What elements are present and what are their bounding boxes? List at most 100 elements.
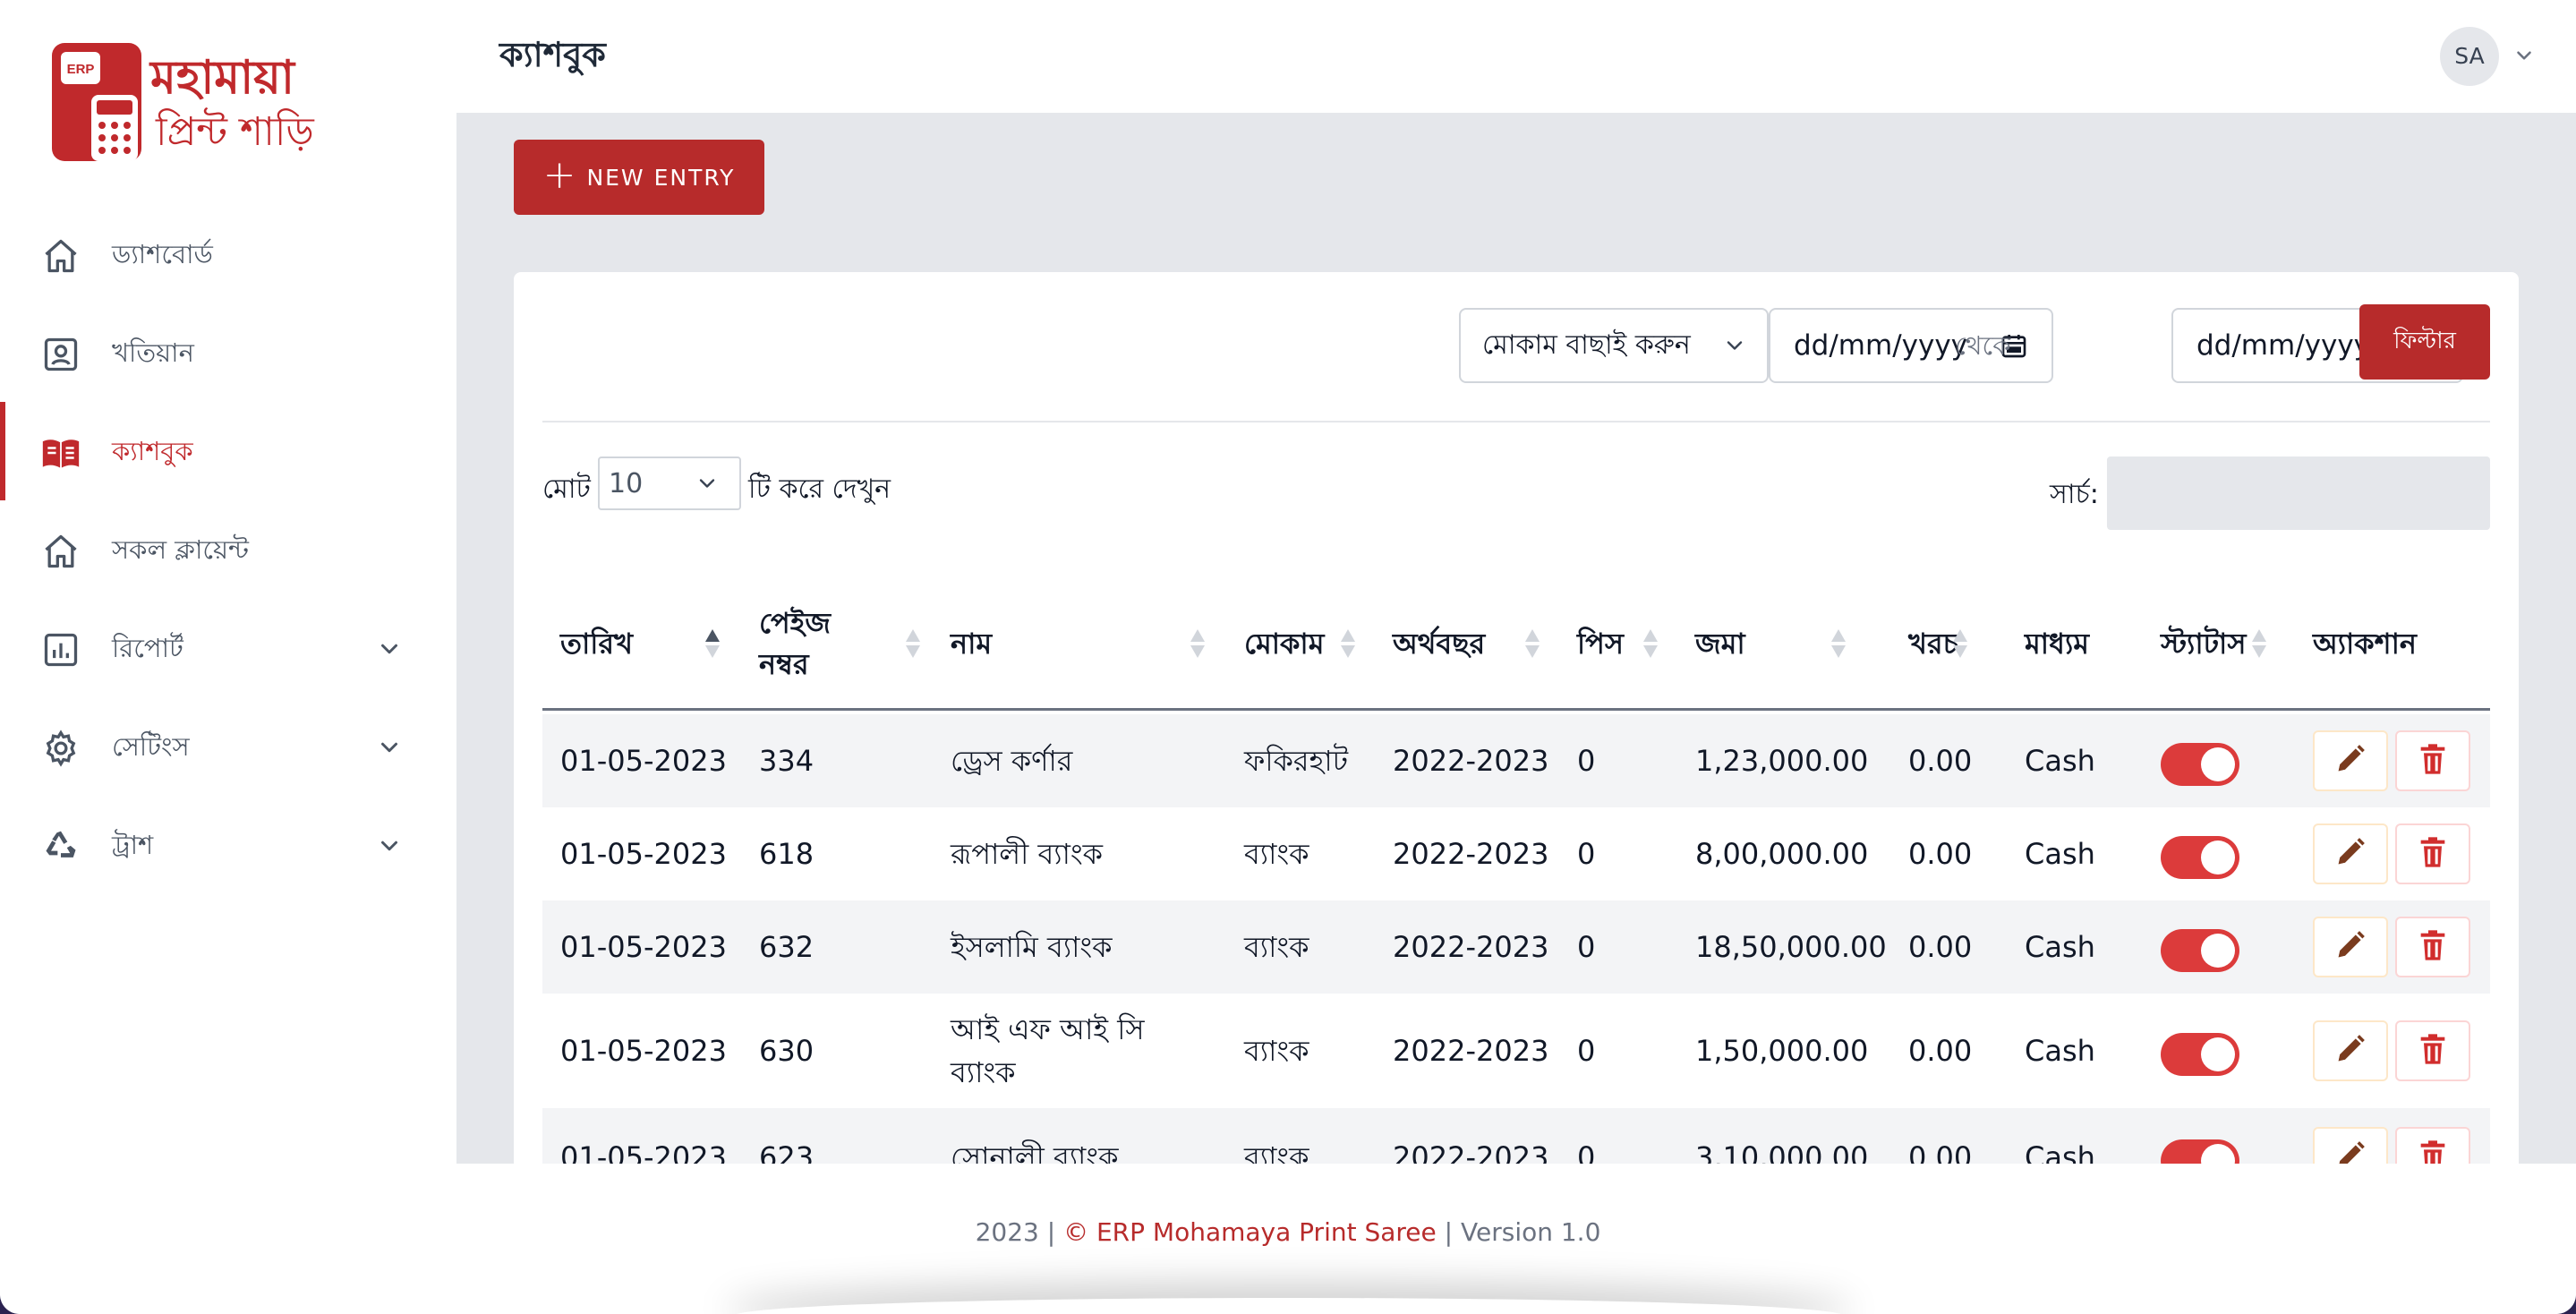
edit-button[interactable] [2313, 730, 2388, 791]
pencil-icon [2333, 927, 2368, 967]
sidebar-item-label: খতিয়ান [112, 337, 194, 368]
column-status[interactable]: স্ট্যাটাস [2161, 576, 2259, 711]
sidebar-item[interactable]: ক্যাশবুক [0, 402, 456, 500]
cell-fiscal-year: 2022-2023 [1393, 744, 1549, 778]
date-from-value: dd/mm/yyyy [1794, 329, 1968, 362]
cell-medium: Cash [2025, 744, 2095, 778]
edit-button[interactable] [2313, 1020, 2388, 1081]
location-select[interactable]: মোকাম বাছাই করুন [1459, 308, 1769, 383]
status-toggle[interactable] [2161, 836, 2239, 879]
edit-button[interactable] [2313, 917, 2388, 977]
cell-date: 01-05-2023 [560, 1140, 727, 1167]
chevron-down-icon [1727, 341, 1743, 350]
table-row: 01-05-2023 618 রূপালী ব্যাংক ব্যাংক 2022-202… [542, 807, 2490, 900]
delete-button[interactable] [2395, 730, 2470, 791]
cell-fiscal-year: 2022-2023 [1393, 837, 1549, 871]
sidebar-item-label: সেটিংস [112, 731, 190, 762]
cell-location: ব্যাংক [1244, 1034, 1309, 1068]
cell-expense: 0.00 [1908, 1140, 1973, 1167]
cell-page-number: 632 [759, 930, 815, 964]
chevron-down-icon[interactable] [376, 734, 403, 761]
cell-date: 01-05-2023 [560, 744, 727, 778]
table-header: তারিখ পেইজ নম্বর নাম মোকাম অর্থবছর পিস জ… [542, 576, 2490, 711]
table-row: 01-05-2023 623 সোনালী ব্যাংক ব্যাংক 2022-202… [542, 1108, 2490, 1167]
status-toggle[interactable] [2161, 1033, 2239, 1076]
cell-date: 01-05-2023 [560, 930, 727, 964]
sidebar-item-label: রিপোর্ট [112, 633, 183, 663]
home-icon [41, 532, 81, 571]
column-location[interactable]: মোকাম [1244, 576, 1343, 711]
sort-asc-icon [705, 629, 720, 658]
cell-pieces: 0 [1577, 930, 1596, 964]
new-entry-button[interactable]: + NEW ENTRY [514, 140, 764, 215]
edit-button[interactable] [2313, 1127, 2388, 1167]
filter-divider [542, 421, 2490, 422]
table-row: 01-05-2023 334 ড্রেস কর্ণার ফকিরহাট 2022-202… [542, 714, 2490, 807]
cell-medium: Cash [2025, 930, 2095, 964]
bar-chart-icon [41, 630, 81, 670]
cell-credit: 3,10,000.00 [1695, 1140, 1869, 1167]
column-page-number[interactable]: পেইজ নম্বর [759, 576, 893, 711]
trash-icon [2415, 927, 2451, 967]
column-credit[interactable]: জমা [1695, 576, 1794, 711]
show-suffix: টি করে দেখুন [748, 474, 891, 505]
column-fiscal-year[interactable]: অর্থবছর [1393, 576, 1509, 711]
delete-button[interactable] [2395, 823, 2470, 884]
table-row: 01-05-2023 632 ইসলামি ব্যাংক ব্যাংক 2022-202… [542, 900, 2490, 994]
recycle-icon [41, 827, 81, 866]
delete-button[interactable] [2395, 1127, 2470, 1167]
sidebar: ERP মহামায়া প্রিন্ট শাড়ি ড্যাশবোর্ড খতি… [0, 0, 456, 1164]
page-title: ক্যাশবুক [499, 35, 606, 74]
sidebar-item[interactable]: ট্রাশ [0, 796, 456, 894]
cell-pieces: 0 [1577, 744, 1596, 778]
search-input[interactable] [2107, 456, 2490, 530]
cell-page-number: 623 [759, 1140, 815, 1167]
footer-brand-link[interactable]: © ERP Mohamaya Print Saree [1063, 1217, 1437, 1247]
cell-fiscal-year: 2022-2023 [1393, 1140, 1549, 1167]
page-size-select[interactable]: 10 [598, 456, 741, 510]
date-to-value: dd/mm/yyyy [2196, 329, 2371, 362]
toggle-knob [2201, 840, 2235, 875]
filter-button[interactable]: ফিল্টার [2359, 304, 2490, 380]
cell-medium: Cash [2025, 837, 2095, 871]
edit-button[interactable] [2313, 823, 2388, 884]
sidebar-item[interactable]: খতিয়ান [0, 303, 456, 402]
trash-icon [2415, 834, 2451, 874]
location-select-value: মোকাম বাছাই করুন [1482, 328, 1691, 361]
cell-medium: Cash [2025, 1034, 2095, 1068]
footer-shadow [734, 1298, 1844, 1314]
footer-year: 2023 | [975, 1217, 1056, 1247]
brand-logo[interactable]: ERP মহামায়া প্রিন্ট শাড়ি [45, 36, 340, 170]
chevron-down-icon[interactable] [376, 832, 403, 859]
cell-date: 01-05-2023 [560, 837, 727, 871]
cell-date: 01-05-2023 [560, 1034, 727, 1068]
logo-badge: ERP [67, 62, 95, 77]
sidebar-item[interactable]: রিপোর্ট [0, 599, 456, 697]
delete-button[interactable] [2395, 917, 2470, 977]
delete-button[interactable] [2395, 1020, 2470, 1081]
cell-name: ইসলামি ব্যাংক [951, 930, 1113, 964]
sort-icon [906, 629, 920, 658]
sidebar-item[interactable]: সেটিংস [0, 697, 456, 796]
cell-fiscal-year: 2022-2023 [1393, 1034, 1549, 1068]
sort-icon [1831, 629, 1846, 658]
cell-location: ব্যাংক [1244, 930, 1309, 964]
column-pieces[interactable]: পিস [1577, 576, 1640, 711]
column-expense[interactable]: খরচ [1908, 576, 1980, 711]
sidebar-item-label: ড্যাশবোর্ড [112, 239, 213, 269]
footer-version: | Version 1.0 [1444, 1217, 1601, 1247]
top-header: ক্যাশবুক SA [456, 0, 2576, 113]
sidebar-item[interactable]: ড্যাশবোর্ড [0, 205, 456, 303]
chevron-down-icon[interactable] [2512, 44, 2536, 67]
user-avatar[interactable]: SA [2440, 27, 2499, 86]
cell-page-number: 334 [759, 744, 815, 778]
column-name[interactable]: নাম [951, 576, 1174, 711]
chevron-down-icon[interactable] [376, 636, 403, 662]
book-open-icon [41, 433, 81, 473]
status-toggle[interactable] [2161, 929, 2239, 972]
table-row: 01-05-2023 630 আই এফ আই সি ব্যাংক ব্যাংক 202… [542, 994, 2490, 1108]
pencil-icon [2333, 1031, 2368, 1071]
sidebar-item[interactable]: সকল ক্লায়েন্ট [0, 500, 456, 599]
sort-icon [1525, 629, 1540, 658]
status-toggle[interactable] [2161, 743, 2239, 786]
